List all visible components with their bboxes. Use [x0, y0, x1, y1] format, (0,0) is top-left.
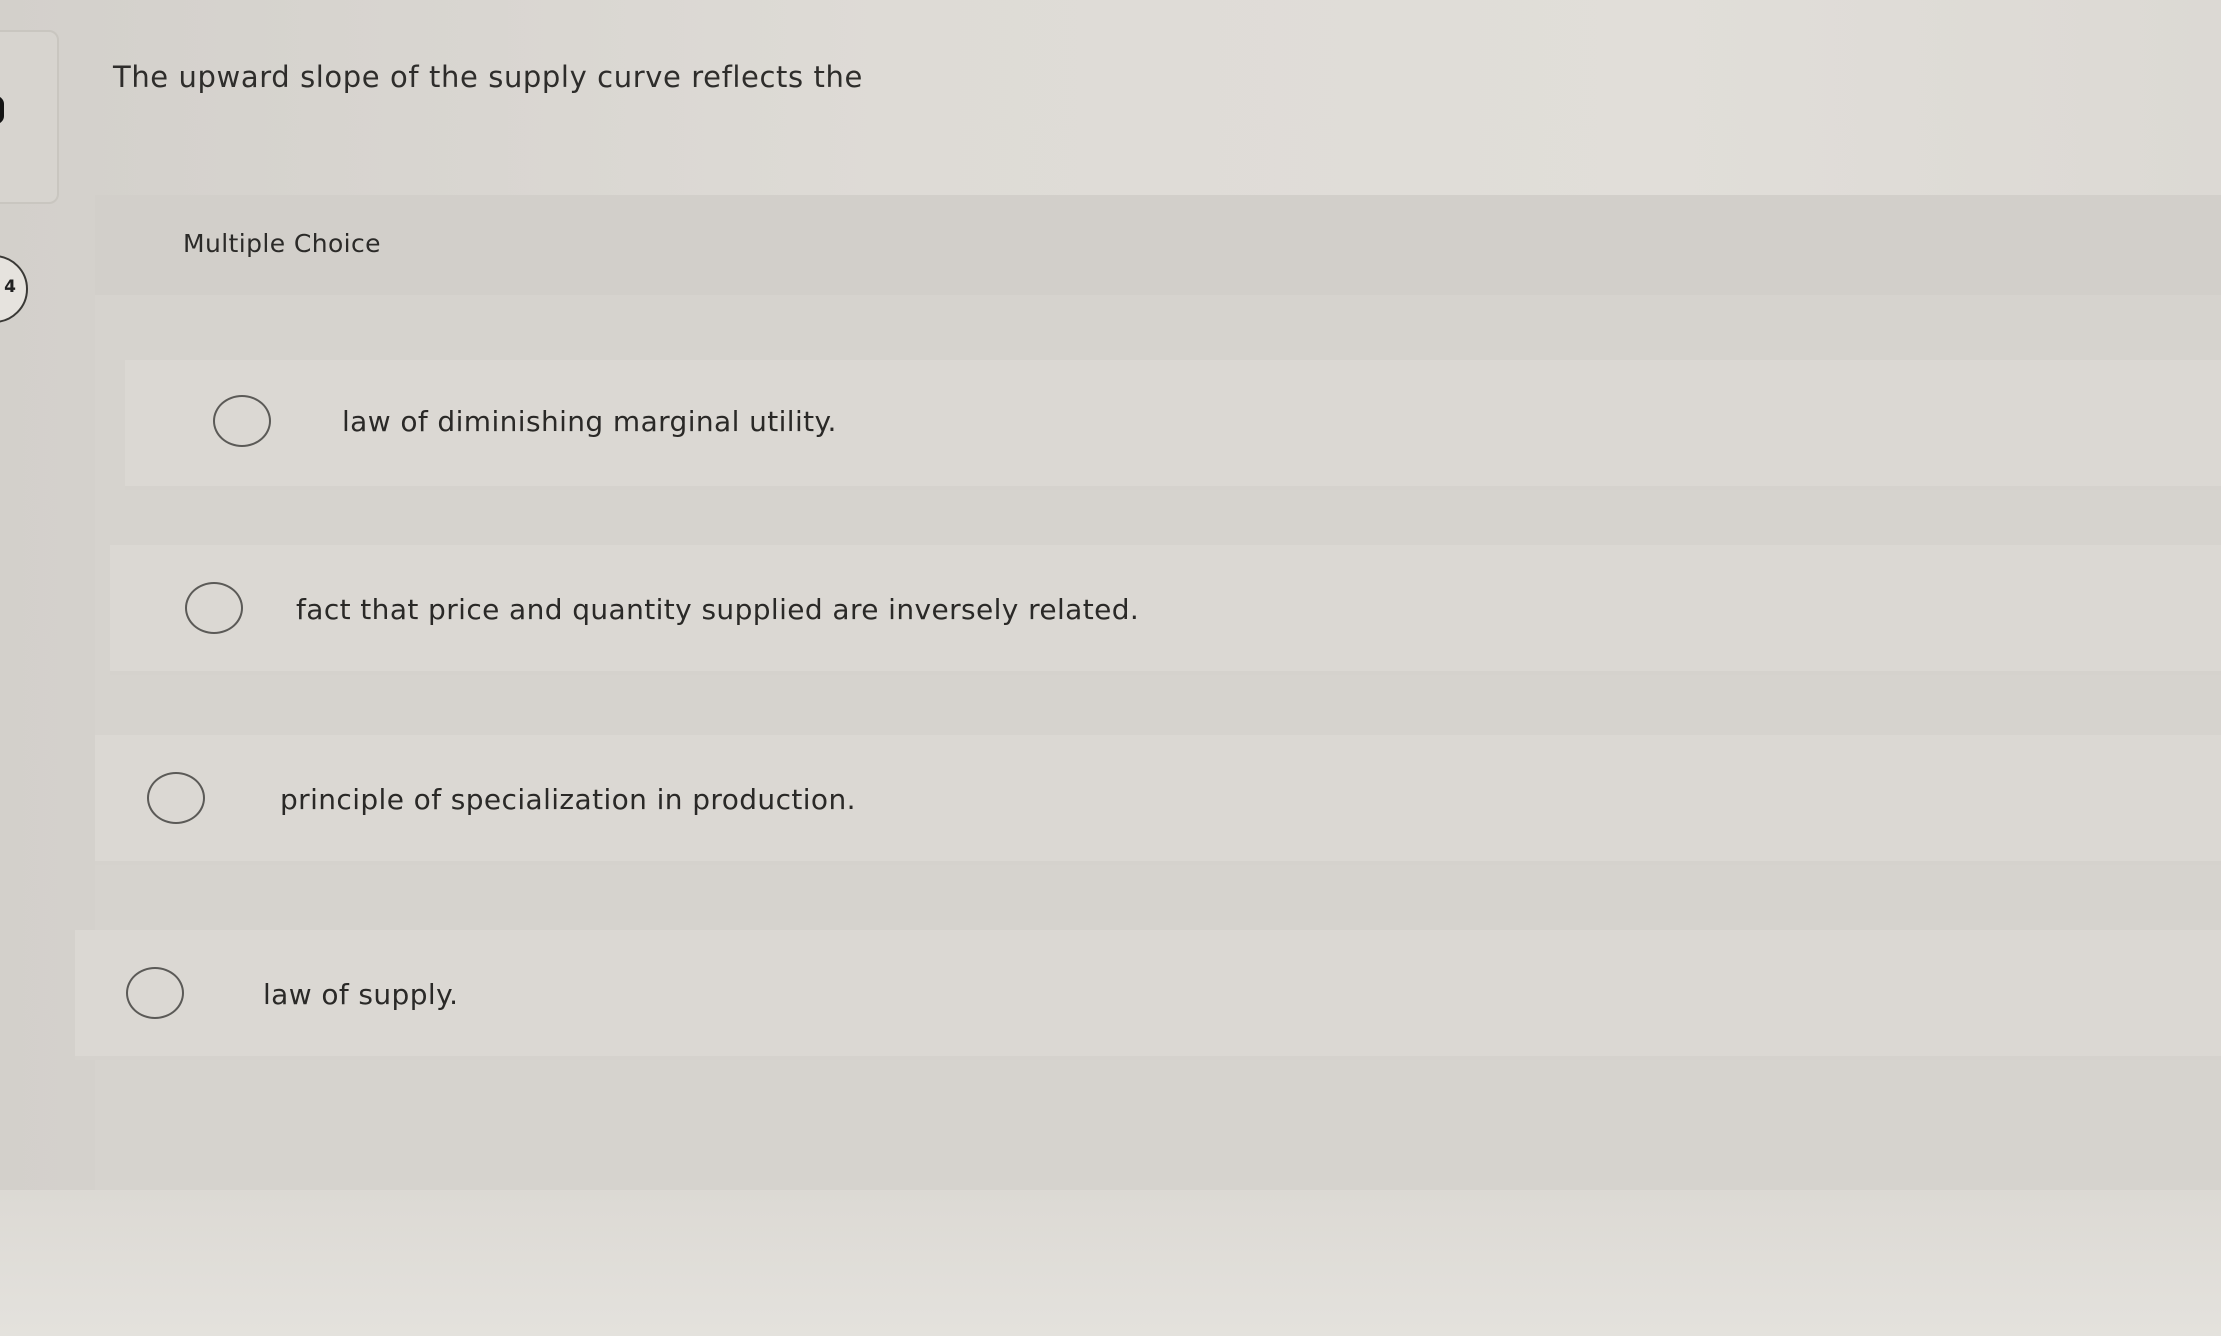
answer-option-label: law of diminishing marginal utility. [342, 405, 837, 438]
page-footer-area [0, 1190, 2221, 1336]
multiple-choice-header: Multiple Choice [95, 195, 2221, 295]
radio-button-icon[interactable] [185, 582, 243, 634]
question-number-label: 4 [4, 277, 16, 297]
multiple-choice-panel: Multiple Choice law of diminishing margi… [75, 195, 2221, 1215]
answer-option-1[interactable]: law of diminishing marginal utility. [125, 360, 2221, 490]
radio-button-icon[interactable] [126, 967, 184, 1019]
question-nav-tab[interactable] [0, 30, 59, 204]
multiple-choice-label: Multiple Choice [183, 229, 381, 258]
radio-button-icon[interactable] [147, 772, 205, 824]
answer-option-label: law of supply. [263, 978, 459, 1011]
quiz-screen: 4 The upward slope of the supply curve r… [0, 0, 2221, 1336]
answer-option-label: fact that price and quantity supplied ar… [296, 593, 1140, 626]
answer-option-3[interactable]: principle of specialization in productio… [95, 735, 2221, 865]
question-number-badge[interactable]: 4 [0, 255, 28, 323]
answer-option-2[interactable]: fact that price and quantity supplied ar… [110, 545, 2221, 675]
radio-button-icon[interactable] [213, 395, 271, 447]
question-prompt: The upward slope of the supply curve ref… [113, 60, 863, 94]
answer-option-label: principle of specialization in productio… [280, 783, 856, 816]
answer-option-4[interactable]: law of supply. [75, 930, 2221, 1060]
